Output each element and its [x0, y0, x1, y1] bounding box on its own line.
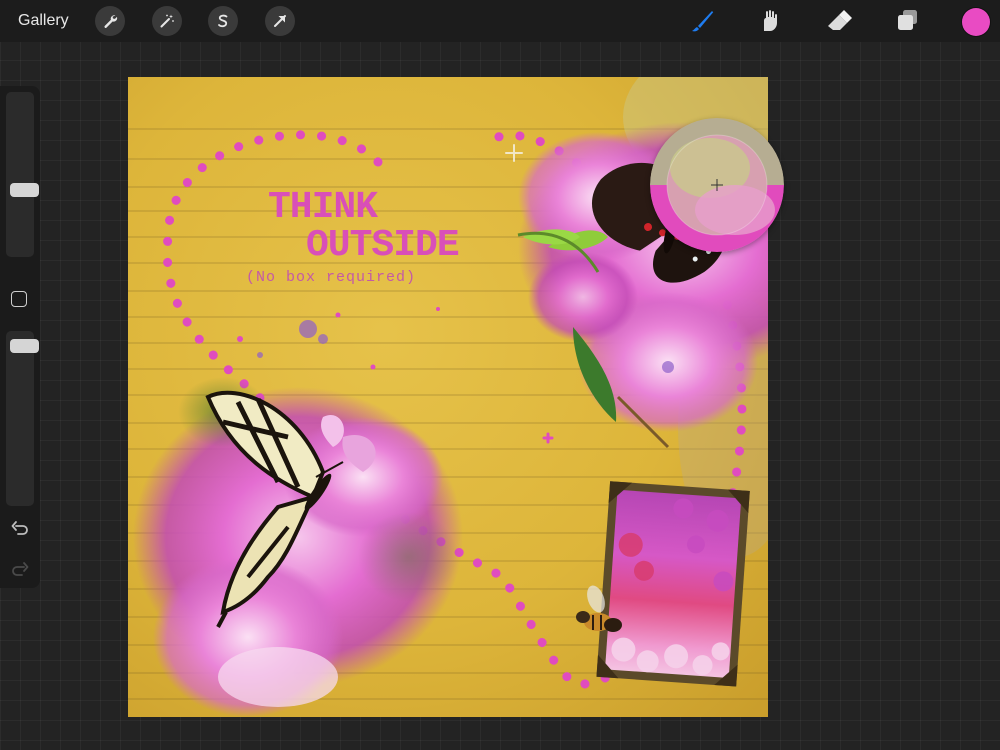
brush-icon[interactable]	[688, 7, 716, 35]
adjustments-button[interactable]	[152, 6, 182, 36]
opacity-thumb[interactable]	[10, 339, 39, 353]
undo-icon[interactable]	[10, 518, 30, 538]
artwork-subtitle: (No box required)	[246, 269, 417, 286]
wrench-icon	[104, 15, 118, 28]
left-sidebar	[0, 86, 40, 588]
color-swatch[interactable]	[962, 8, 990, 36]
top-toolbar: Gallery	[0, 0, 1000, 42]
brush-size-slider[interactable]	[6, 92, 39, 257]
redo-icon[interactable]	[10, 559, 30, 579]
artwork-title-line1: THINK	[268, 186, 378, 229]
modify-button[interactable]	[11, 291, 27, 307]
magic-wand-icon	[160, 14, 174, 28]
transform-arrow-icon	[274, 15, 286, 27]
eraser-icon[interactable]	[825, 7, 853, 35]
gallery-button[interactable]: Gallery	[18, 12, 69, 30]
opacity-slider[interactable]	[6, 331, 39, 506]
selection-icon	[218, 14, 228, 28]
eyedropper-ring	[650, 118, 784, 252]
color-picker-loupe[interactable]	[650, 118, 784, 252]
layers-icon[interactable]	[894, 7, 922, 35]
artwork-title-line2: OUTSIDE	[306, 224, 460, 267]
actions-button[interactable]	[95, 6, 125, 36]
selection-button[interactable]	[208, 6, 238, 36]
brush-size-thumb[interactable]	[10, 183, 39, 197]
smudge-icon[interactable]	[756, 7, 784, 35]
transform-button[interactable]	[265, 6, 295, 36]
